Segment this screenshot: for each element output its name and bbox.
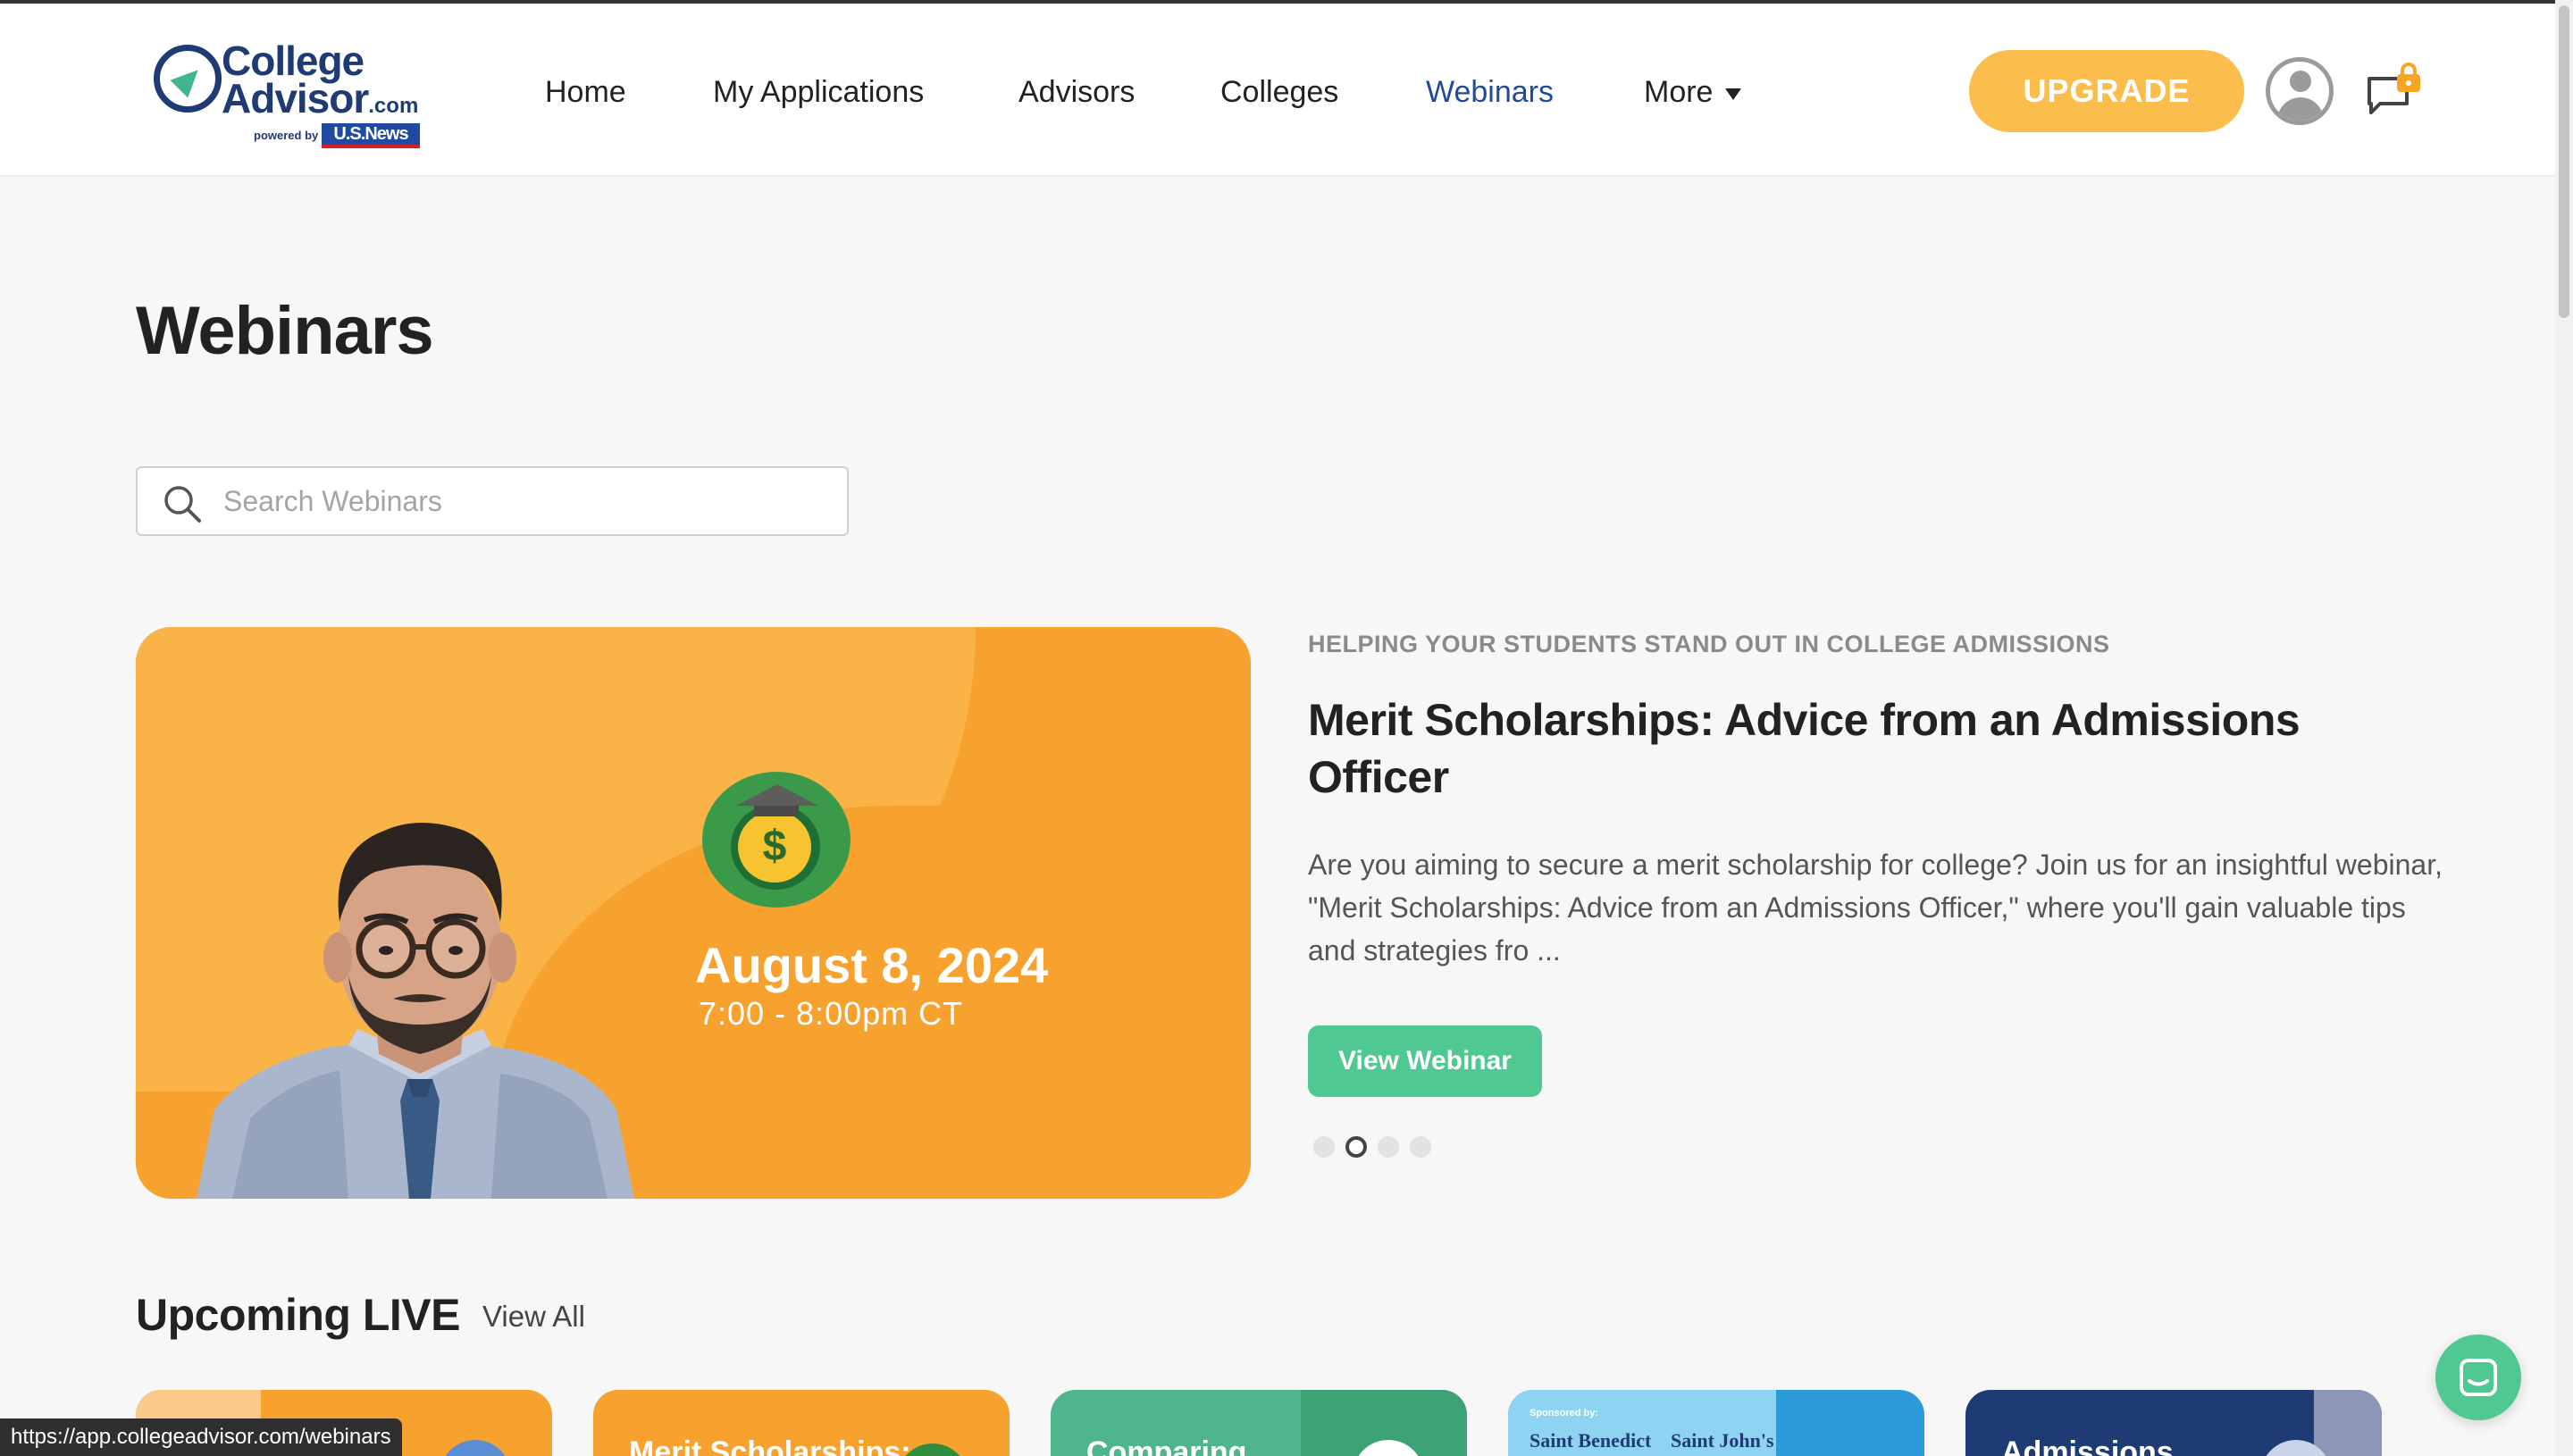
- logo-text-advisor: Advisor.com: [222, 77, 418, 128]
- webinar-card[interactable]: Comparing: [1051, 1390, 1467, 1456]
- nav-advisors[interactable]: Advisors: [1018, 70, 1135, 114]
- webinar-card[interactable]: Merit Scholarships:: [593, 1390, 1010, 1456]
- nav-more-label: More: [1644, 75, 1714, 109]
- upcoming-live-title: Upcoming LIVE: [136, 1290, 460, 1340]
- featured-webinar-banner[interactable]: $ August 8, 2024 7:00 - 8:00pm CT: [136, 627, 1251, 1199]
- carousel-dot-3[interactable]: [1378, 1136, 1399, 1158]
- view-webinar-button[interactable]: View Webinar: [1308, 1025, 1542, 1097]
- scrollbar-thumb[interactable]: [2559, 5, 2569, 318]
- nav-colleges[interactable]: Colleges: [1220, 70, 1338, 114]
- card-sponsor-label: Sponsored by:: [1530, 1408, 1599, 1418]
- card-title: Admissions: [2001, 1435, 2174, 1456]
- logo-dotcom: .com: [368, 94, 419, 118]
- webinar-date: August 8, 2024: [695, 937, 1049, 993]
- webinar-card[interactable]: Sponsored by: Saint Benedict Saint John'…: [1508, 1390, 1924, 1456]
- logo-arrow-icon: [154, 45, 222, 113]
- logo-powered-by: powered by: [254, 129, 319, 142]
- card-shape: [2314, 1390, 2382, 1456]
- webinar-card[interactable]: Admissions: [1965, 1390, 2382, 1456]
- search-input[interactable]: [223, 468, 831, 534]
- webinar-title[interactable]: Merit Scholarships: Advice from an Admis…: [1308, 691, 2434, 806]
- search-box[interactable]: [136, 466, 849, 536]
- messenger-icon: [2460, 1359, 2497, 1396]
- card-school-1: Saint Benedict: [1530, 1429, 1652, 1452]
- usnews-badge: U.S.News: [322, 123, 420, 148]
- webinar-description: Are you aiming to secure a merit scholar…: [1308, 849, 2443, 966]
- card-school-2: Saint John's: [1671, 1429, 1774, 1452]
- search-icon: [164, 486, 201, 523]
- nav-home[interactable]: Home: [545, 70, 626, 114]
- nav-more[interactable]: More: [1644, 70, 1742, 114]
- status-bar-url: https://app.collegeadvisor.com/webinars: [0, 1418, 402, 1456]
- coin-symbol: $: [738, 811, 811, 883]
- carousel-dot-4[interactable]: [1410, 1136, 1431, 1158]
- card-title: Merit Scholarships:: [629, 1435, 911, 1456]
- lock-icon: [2397, 63, 2420, 92]
- upgrade-button[interactable]: UPGRADE: [1969, 50, 2244, 132]
- college-advisor-logo[interactable]: College Advisor.com powered by U.S.News: [150, 39, 436, 155]
- site-header: College Advisor.com powered by U.S.News …: [0, 4, 2555, 177]
- user-avatar-icon[interactable]: [2266, 57, 2334, 125]
- presenter-photo: [197, 823, 634, 1199]
- carousel-dot-1[interactable]: [1313, 1136, 1335, 1158]
- webinar-time: 7:00 - 8:00pm CT: [699, 995, 964, 1032]
- card-title: Comparing: [1086, 1435, 1247, 1456]
- chevron-down-icon: [1725, 88, 1742, 100]
- nav-webinars[interactable]: Webinars: [1426, 70, 1554, 114]
- view-all-link[interactable]: View All: [482, 1297, 585, 1336]
- carousel-dot-2[interactable]: [1345, 1136, 1367, 1158]
- nav-my-applications[interactable]: My Applications: [713, 70, 924, 114]
- logo-advisor: Advisor: [222, 75, 369, 121]
- page-title: Webinars: [136, 293, 434, 369]
- graduation-coin-icon: $: [702, 772, 851, 908]
- messenger-launcher[interactable]: [2435, 1335, 2521, 1420]
- card-avatar: [440, 1440, 511, 1456]
- webinar-series-label: HELPING YOUR STUDENTS STAND OUT IN COLLE…: [1308, 631, 2110, 657]
